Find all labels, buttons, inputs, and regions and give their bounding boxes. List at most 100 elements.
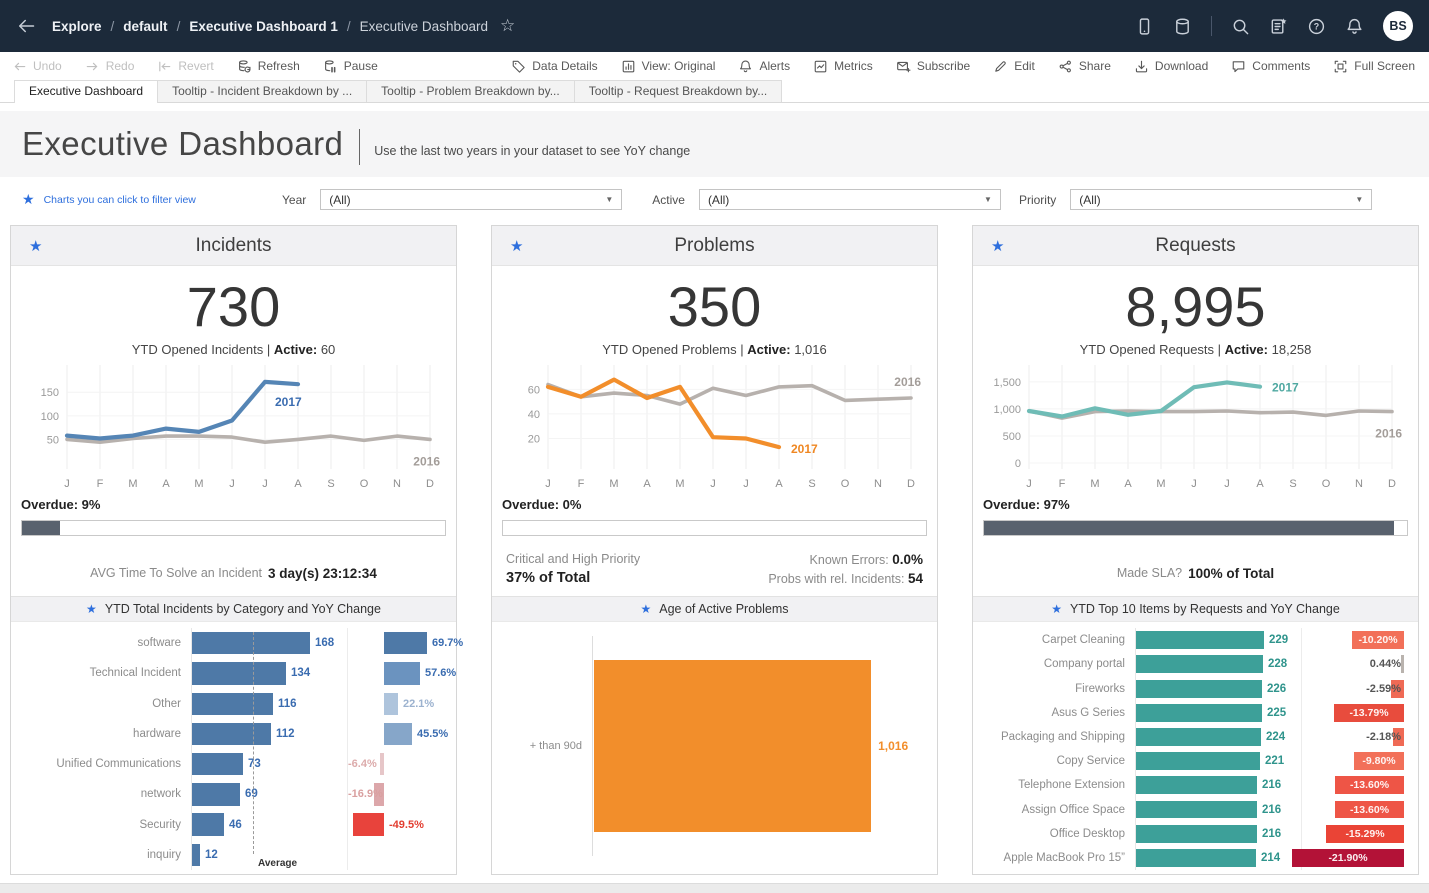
edit-button[interactable]: Edit	[993, 59, 1035, 74]
notifications-icon[interactable]	[1345, 17, 1364, 36]
toolbar-button-label: View: Original	[642, 59, 716, 73]
svg-text:1,000: 1,000	[993, 404, 1021, 416]
breakdown-row-hardware[interactable]: hardware11245.5%	[23, 719, 444, 749]
filter-dropdown-year[interactable]: (All)▼	[320, 189, 622, 210]
favorite-star-icon[interactable]: ☆	[500, 16, 515, 36]
refresh-button[interactable]: Refresh	[237, 59, 300, 74]
card-problems: ★Problems350YTD Opened Problems | Active…	[491, 225, 938, 875]
database-icon[interactable]	[1173, 17, 1192, 36]
yoy-cell: -16.9%	[347, 779, 444, 809]
help-icon[interactable]: ?	[1307, 17, 1326, 36]
category-label: Company portal	[985, 658, 1135, 670]
breakdown-row-other[interactable]: Other11622.1%	[23, 689, 444, 719]
bottom-scrollbar-track[interactable]	[0, 883, 1429, 893]
breakdown-row-copy-service[interactable]: Copy Service221-9.80%	[985, 749, 1406, 773]
tab-executive-dashboard[interactable]: Executive Dashboard	[14, 80, 158, 103]
age-plot-area: 1,016	[592, 636, 919, 856]
full-screen-button[interactable]: Full Screen	[1333, 59, 1415, 74]
value-bar	[1136, 704, 1262, 722]
search-icon[interactable]	[1231, 17, 1250, 36]
tab-tooltip-incident-breakdown-by[interactable]: Tooltip - Incident Breakdown by ...	[157, 80, 367, 102]
value-bar-area: 214	[1135, 846, 1301, 870]
dashboard-subtitle: Use the last two years in your dataset t…	[374, 144, 690, 158]
device-icon[interactable]	[1135, 17, 1154, 36]
value-bar-area: 134	[191, 658, 347, 688]
breakdown-row-unified-communications[interactable]: Unified Communications73-6.4%	[23, 749, 444, 779]
breadcrumb-item-executive-dashboard-1[interactable]: Executive Dashboard 1	[189, 19, 338, 34]
trend-line-chart[interactable]: 204060JFMAMJJASOND20172016	[502, 361, 927, 495]
subchart-header: ★Age of Active Problems	[492, 596, 937, 622]
value-bar	[1136, 801, 1257, 819]
alerts-button[interactable]: Alerts	[738, 59, 790, 74]
view-original-button[interactable]: View: Original	[621, 59, 716, 74]
subchart-header: ★YTD Total Incidents by Category and YoY…	[11, 596, 456, 622]
filter-dropdown-active[interactable]: (All)▼	[699, 189, 1001, 210]
overdue-progress	[21, 520, 446, 536]
breakdown-row-company-portal[interactable]: Company portal2280.44%	[985, 652, 1406, 676]
value-bar-area: 225	[1135, 701, 1301, 725]
breakdown-row-carpet-cleaning[interactable]: Carpet Cleaning229-10.20%	[985, 628, 1406, 652]
breadcrumb-item-default[interactable]: default	[123, 19, 167, 34]
trend-chart[interactable]: 50100150JFMAMJJASOND20172016	[21, 361, 446, 495]
back-arrow-icon[interactable]	[16, 15, 38, 37]
breakdown-row-asus-g-series[interactable]: Asus G Series225-13.79%	[985, 701, 1406, 725]
alerts-icon	[738, 59, 753, 74]
undo-button: Undo	[12, 59, 62, 74]
svg-text:?: ?	[1314, 21, 1319, 31]
svg-text:J: J	[1026, 478, 1032, 490]
breakdown-row-technical-incident[interactable]: Technical Incident13457.6%	[23, 658, 444, 688]
user-avatar[interactable]: BS	[1383, 11, 1413, 41]
caret-down-icon: ▼	[984, 195, 992, 204]
breakdown-row-telephone-extension[interactable]: Telephone Extension216-13.60%	[985, 773, 1406, 797]
download-button[interactable]: Download	[1134, 59, 1208, 74]
filter-label: Active	[652, 193, 685, 207]
value-label: 214	[1261, 852, 1280, 864]
svg-text:N: N	[874, 478, 882, 490]
subchart-header: ★YTD Top 10 Items by Requests and YoY Ch…	[973, 596, 1418, 622]
value-label: 216	[1262, 779, 1281, 791]
yoy-change-label: -6.4%	[348, 758, 375, 770]
topbar-divider	[1211, 16, 1212, 36]
value-bar-area: 112	[191, 719, 347, 749]
value-bar-area: 168	[191, 628, 347, 658]
pause-button[interactable]: Pause	[323, 59, 378, 74]
trend-chart[interactable]: 204060JFMAMJJASOND20172016	[502, 361, 927, 495]
data-details-button[interactable]: Data Details	[511, 59, 597, 74]
comments-button[interactable]: Comments	[1231, 59, 1310, 74]
svg-text:A: A	[1124, 478, 1132, 490]
tab-tooltip-request-breakdown-by[interactable]: Tooltip - Request Breakdown by...	[574, 80, 783, 102]
breakdown-row-office-desktop[interactable]: Office Desktop216-15.29%	[985, 822, 1406, 846]
breakdown-row-fireworks[interactable]: Fireworks226-2.59%	[985, 676, 1406, 700]
stat-label: Known Errors:	[810, 553, 893, 567]
share-button[interactable]: Share	[1058, 59, 1111, 74]
breakdown-row-software[interactable]: software16869.7%	[23, 628, 444, 658]
breakdown-row-security[interactable]: Security46-49.5%	[23, 810, 444, 840]
subscribe-button[interactable]: Subscribe	[896, 59, 970, 74]
svg-text:J: J	[262, 478, 268, 490]
toolbar-button-label: Undo	[33, 59, 62, 73]
breakdown-row-packaging-and-shipping[interactable]: Packaging and Shipping224-2.18%	[985, 725, 1406, 749]
svg-text:F: F	[97, 478, 104, 490]
trend-line-chart[interactable]: 05001,0001,500JFMAMJJASOND20172016	[983, 361, 1408, 495]
svg-text:J: J	[1191, 478, 1197, 490]
value-label: 73	[248, 758, 261, 770]
content-icon[interactable]	[1269, 17, 1288, 36]
metrics-button[interactable]: Metrics	[813, 59, 873, 74]
age-value-label: 1,016	[878, 739, 908, 753]
age-chart[interactable]: + than 90d1,016	[504, 628, 925, 870]
filter-label: Priority	[1019, 193, 1056, 207]
value-label: 216	[1262, 828, 1281, 840]
svg-text:A: A	[1256, 478, 1264, 490]
yoy-cell: -15.29%	[1301, 822, 1406, 846]
breakdown-row-assign-office-space[interactable]: Assign Office Space216-13.60%	[985, 797, 1406, 821]
tab-tooltip-problem-breakdown-by[interactable]: Tooltip - Problem Breakdown by...	[366, 80, 575, 102]
breakdown-row-network[interactable]: network69-16.9%	[23, 779, 444, 809]
stat-right: Known Errors: 0.0%Probs with rel. Incide…	[768, 552, 923, 590]
value-label: 228	[1268, 658, 1287, 670]
breakdown-row-apple-macbook-pro-15[interactable]: Apple MacBook Pro 15”214-21.90%	[985, 846, 1406, 870]
trend-chart[interactable]: 05001,0001,500JFMAMJJASOND20172016	[983, 361, 1408, 495]
trend-line-chart[interactable]: 50100150JFMAMJJASOND20172016	[21, 361, 446, 495]
breadcrumb-item-explore[interactable]: Explore	[52, 19, 102, 34]
breakdown-row-inquiry[interactable]: inquiry12	[23, 840, 444, 870]
filter-dropdown-priority[interactable]: (All)▼	[1070, 189, 1372, 210]
